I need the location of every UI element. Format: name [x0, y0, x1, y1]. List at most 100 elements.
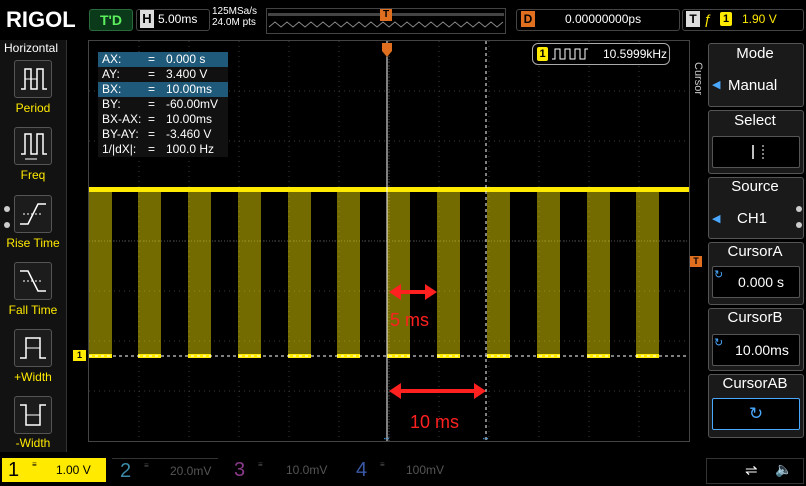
select-cursor-icon [752, 145, 764, 159]
cursor-val: 0.000 s [166, 52, 206, 66]
delay-letter: D [521, 11, 535, 27]
trigger-letter: T [686, 11, 700, 27]
source-left-arrow-icon: ◀ [712, 213, 721, 225]
cursor-row-bx-ax: BX-AX: = 10.00ms [98, 112, 228, 127]
pulse-block [238, 189, 261, 356]
ch1-tab[interactable]: 1 ≡ 1.00 V [2, 458, 106, 482]
freq-button[interactable] [14, 127, 52, 165]
brand-logo: RIGOL [6, 7, 76, 32]
ch3-number: 3 [234, 459, 246, 481]
select-cursor-indicator [712, 136, 800, 168]
horizontal-letter: H [140, 10, 154, 28]
freq-counter-box[interactable]: 1 10.5999kHz [532, 43, 670, 65]
fall-time-button[interactable] [14, 262, 52, 300]
measure-menu-title: Horizontal [4, 41, 59, 55]
cursor-eq: = [148, 127, 156, 141]
cursor-ab-knob-icon: ↻ [748, 404, 764, 423]
select-title: Select [734, 112, 776, 129]
sample-rate: 125MSa/s [212, 6, 258, 17]
right-scroll-dot [796, 222, 802, 228]
ch1-coupling-icon: ≡ [32, 460, 37, 469]
freq-counter-value: 10.5999kHz [603, 47, 668, 61]
rise-time-label: Rise Time [6, 236, 60, 250]
trigger-top-marker [382, 43, 392, 57]
negative-width-icon [20, 404, 46, 426]
cursor-a-field[interactable]: 0.000 s [712, 266, 800, 298]
pulse-block [636, 189, 659, 356]
ch2-scale: 20.0mV [170, 464, 212, 478]
period-icon [21, 68, 47, 90]
speaker-icon: 🔈 [775, 461, 793, 477]
cursor-key: AX: [102, 52, 122, 66]
cursor-a-bottom-marker: ↔ [382, 432, 391, 441]
ch4-tab[interactable]: 4 ≡ 100mV [344, 458, 450, 482]
memory-position-bar[interactable]: T [266, 8, 506, 34]
neg-width-button[interactable] [14, 396, 52, 434]
pulse-block [188, 189, 211, 356]
rising-edge-icon: ƒ [704, 11, 712, 27]
cursor-row-bx: BX: = 10.00ms [98, 82, 228, 97]
oscilloscope-screen: RIGOL T'D H 5.00ms 125MSa/s 24.0M pts T … [0, 0, 806, 486]
annotation-10ms: 10 ms [410, 412, 460, 432]
pulse-block [537, 189, 560, 356]
mode-value: Manual [728, 77, 778, 94]
cursor-a-knob-icon: ↻ [714, 269, 724, 281]
positive-width-icon [20, 337, 46, 359]
freq-label: Freq [20, 168, 46, 182]
cursor-ab-field[interactable]: ↻ [712, 398, 800, 430]
mode-title: Mode [736, 45, 774, 62]
ch3-scale: 10.0mV [286, 463, 328, 477]
square-wave-icon [552, 48, 588, 60]
usb-icon: ⇌ [745, 462, 758, 479]
left-scroll-dot [4, 206, 10, 212]
rise-time-icon [20, 203, 46, 225]
trigger-position-marker: T [380, 9, 392, 21]
frequency-icon [21, 133, 47, 160]
cursor-row-ay: AY: = 3.400 V [98, 67, 228, 82]
right-scroll-dot [796, 206, 802, 212]
pos-width-button[interactable] [14, 329, 52, 367]
cursor-key: BY: [102, 97, 121, 111]
cursor-ab-title: CursorAB [722, 375, 788, 392]
cursor-b-value: 10.00ms [735, 342, 789, 358]
cursor-eq: = [148, 67, 156, 81]
freq-counter-channel: 1 [537, 47, 548, 61]
annotation-5ms: 5 ms [390, 310, 430, 330]
cursor-val: 10.00ms [166, 112, 213, 126]
cursor-key: 1/|dX|: [102, 142, 137, 156]
ch2-number: 2 [120, 460, 132, 482]
period-button[interactable] [14, 60, 52, 98]
trigger-channel-badge: 1 [720, 12, 732, 26]
pulse-block [487, 189, 510, 356]
cursor-b-field[interactable]: 10.00ms [712, 334, 800, 366]
period-label: Period [15, 101, 51, 115]
ch2-coupling-icon: ≡ [144, 461, 149, 470]
source-title: Source [731, 178, 779, 195]
arrow-10ms-left-head [389, 383, 401, 399]
trigger-level-marker[interactable]: T [690, 256, 702, 267]
source-value: CH1 [737, 210, 768, 227]
ch4-scale: 100mV [406, 463, 445, 477]
cursor-val: 100.0 Hz [166, 142, 215, 156]
cursor-key: BX-AX: [102, 112, 142, 126]
cursor-key: BY-AY: [102, 127, 139, 141]
pos-width-label: +Width [14, 370, 52, 384]
trigger-level: 1.90 V [742, 12, 777, 26]
cursor-menu-label: Cursor [692, 62, 704, 96]
ch2-tab[interactable]: 2 ≡ 20.0mV [112, 458, 218, 483]
cursor-a-value: 0.000 s [738, 274, 784, 290]
ch1-ground-marker[interactable]: 1 [73, 350, 86, 361]
pulse-block [337, 189, 360, 356]
run-mode-badge[interactable]: T'D [89, 9, 133, 31]
pulse-block [89, 189, 112, 356]
ch4-number: 4 [356, 459, 368, 481]
arrow-5ms-right-head [425, 284, 437, 300]
timebase-value: 5.00ms [158, 12, 198, 26]
cursor-row-by: BY: = -60.00mV [98, 97, 228, 112]
left-scroll-dot [4, 222, 10, 228]
cursor-key: BX: [102, 82, 122, 96]
cursor-eq: = [148, 52, 156, 66]
pulse-block [587, 189, 610, 356]
rise-time-button[interactable] [14, 195, 52, 233]
ch3-tab[interactable]: 3 ≡ 10.0mV [226, 458, 332, 482]
